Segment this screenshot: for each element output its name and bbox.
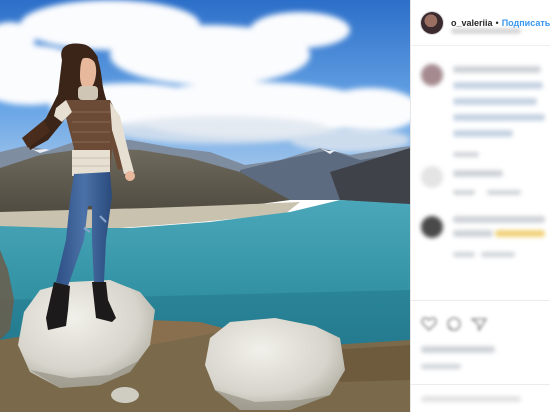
post-photo[interactable] <box>0 0 410 412</box>
follow-button[interactable]: Подписаться <box>502 18 550 28</box>
share-icon[interactable] <box>470 316 488 332</box>
comment-avatar[interactable] <box>421 64 443 86</box>
caption-line <box>453 130 513 137</box>
comments-divider <box>411 300 550 301</box>
comment-emoji <box>495 230 545 237</box>
comment-meta <box>487 190 521 195</box>
caption-line <box>453 66 541 73</box>
post-actions <box>421 316 488 332</box>
comment-meta <box>453 252 475 257</box>
like-icon[interactable] <box>421 316 437 332</box>
post-header: o_valeriia • Подписаться <box>411 0 550 46</box>
comment-line <box>453 170 503 177</box>
comment-avatar[interactable] <box>421 216 443 238</box>
comment-meta <box>453 190 475 195</box>
caption-meta <box>453 152 479 157</box>
caption-line <box>453 82 543 89</box>
comment-avatar[interactable] <box>421 166 443 188</box>
separator-dot: • <box>495 17 499 28</box>
comment-box-divider <box>411 384 550 385</box>
avatar[interactable] <box>421 11 443 34</box>
comment-meta <box>481 252 515 257</box>
caption-line <box>453 98 537 105</box>
add-comment-field[interactable] <box>421 396 521 402</box>
caption-line <box>453 114 545 121</box>
likes-count <box>421 346 495 353</box>
post-sidebar: o_valeriia • Подписаться <box>410 0 550 412</box>
comment-line <box>453 230 493 237</box>
username-link[interactable]: o_valeriia <box>451 18 493 28</box>
location-blurred <box>451 28 521 34</box>
post-date <box>421 364 461 369</box>
comment-icon[interactable] <box>446 316 462 332</box>
comment-line <box>453 216 545 223</box>
